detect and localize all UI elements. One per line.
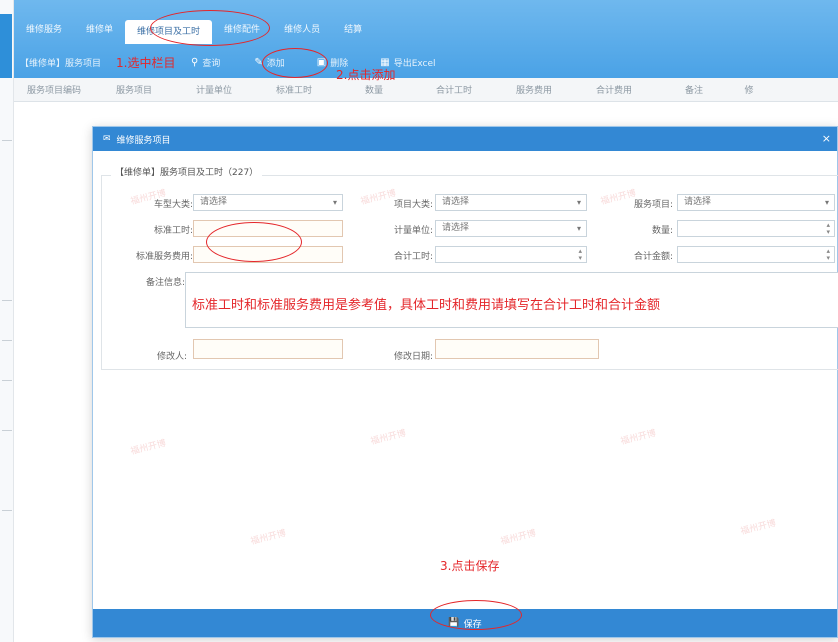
highlight-ring-tab [150, 10, 270, 46]
annotation-step2: 2.点击添加 [336, 68, 396, 82]
column-header[interactable]: 修 [734, 83, 764, 96]
spinner-icon[interactable]: ▴ ▾ [578, 247, 582, 262]
dialog-icon: ✉ [103, 134, 111, 144]
unit-select[interactable]: 请选择 ▾ [435, 220, 587, 237]
service-item-label: 服务项目: [633, 200, 673, 210]
sidebar-divider [2, 430, 12, 431]
sidebar-divider [2, 340, 12, 341]
sidebar-divider [2, 300, 12, 301]
total-amount-stepper[interactable]: ▴ ▾ [677, 246, 835, 263]
modify-date-input[interactable] [435, 339, 599, 359]
item-category-value: 请选择 [442, 197, 470, 207]
column-header[interactable]: 计量单位 [174, 83, 254, 96]
spinner-down-icon: ▾ [578, 254, 582, 262]
column-header[interactable]: 标准工时 [254, 83, 334, 96]
highlight-ring-add [262, 48, 328, 78]
fieldset-legend: 【维修单】服务项目及工时（227） [111, 165, 263, 178]
annotation-note: 标准工时和标准服务费用是参考值，具体工时和费用请填写在合计工时和合计金额 [192, 298, 661, 313]
sidebar-divider [2, 510, 12, 511]
background-sidebar [0, 0, 14, 642]
spinner-icon[interactable]: ▴ ▾ [826, 221, 830, 236]
column-header[interactable]: 备注 [654, 83, 734, 96]
search-button-label: 查询 [202, 58, 221, 69]
remark-label: 备注信息: [145, 278, 185, 288]
total-amount-label: 合计金额: [633, 252, 673, 262]
column-header[interactable]: 数量 [334, 83, 414, 96]
dialog-title-bar: ✉ 维修服务项目 [93, 127, 837, 151]
column-header[interactable]: 服务费用 [494, 83, 574, 96]
total-hours-label: 合计工时: [393, 252, 433, 262]
modify-date-label: 修改日期: [393, 352, 433, 362]
dropdown-icon: ▾ [576, 224, 581, 233]
item-category-select[interactable]: 请选择 ▾ [435, 194, 587, 211]
dialog-title: 维修服务项目 [116, 135, 171, 146]
column-header[interactable]: 服务项目 [94, 83, 174, 96]
column-header[interactable]: 服务项目编码 [14, 83, 94, 96]
export-button-label: 导出Excel [393, 58, 436, 69]
spinner-icon[interactable]: ▴ ▾ [826, 247, 830, 262]
std-hours-label: 标准工时: [153, 226, 193, 236]
service-item-select[interactable]: 请选择 ▾ [677, 194, 835, 211]
unit-label: 计量单位: [393, 226, 433, 236]
sidebar-accent [0, 14, 12, 78]
grid-header: 服务项目编码 服务项目 计量单位 标准工时 数量 合计工时 服务费用 合计费用 … [14, 78, 838, 102]
tab-settlement[interactable]: 结算 [332, 18, 374, 42]
highlight-ring-std-fields [206, 222, 302, 262]
car-type-value: 请选择 [200, 197, 228, 207]
std-fee-label: 标准服务费用: [135, 252, 193, 262]
tab-staff[interactable]: 维修人员 [272, 18, 332, 42]
total-hours-stepper[interactable]: ▴ ▾ [435, 246, 587, 263]
column-header[interactable]: 合计工时 [414, 83, 494, 96]
highlight-ring-save [430, 600, 522, 630]
breadcrumb: 【维修单】服务项目 [20, 58, 102, 69]
spinner-down-icon: ▾ [826, 228, 830, 236]
quantity-label: 数量: [651, 226, 673, 236]
sidebar-divider [2, 140, 12, 141]
search-icon: ⚲ [191, 56, 199, 68]
service-item-value: 请选择 [684, 197, 712, 207]
modifier-label: 修改人: [156, 352, 187, 362]
annotation-step1: 1.选中栏目 [116, 56, 176, 70]
car-type-select[interactable]: 请选择 ▾ [193, 194, 343, 211]
search-button[interactable]: ⚲ 查询 [191, 56, 220, 69]
dropdown-icon: ▾ [576, 198, 581, 207]
car-type-label: 车型大类: [153, 200, 193, 210]
sidebar-divider [2, 380, 12, 381]
close-icon[interactable]: × [822, 132, 831, 145]
dropdown-icon: ▾ [824, 198, 829, 207]
tab-order[interactable]: 维修单 [74, 18, 125, 42]
quantity-stepper[interactable]: ▴ ▾ [677, 220, 835, 237]
unit-value: 请选择 [442, 223, 470, 233]
annotation-step3: 3.点击保存 [440, 559, 500, 573]
item-category-label: 项目大类: [393, 200, 433, 210]
spinner-down-icon: ▾ [826, 254, 830, 262]
dropdown-icon: ▾ [332, 198, 337, 207]
column-header[interactable]: 合计费用 [574, 83, 654, 96]
modifier-input[interactable] [193, 339, 343, 359]
tab-service[interactable]: 维修服务 [14, 18, 74, 42]
